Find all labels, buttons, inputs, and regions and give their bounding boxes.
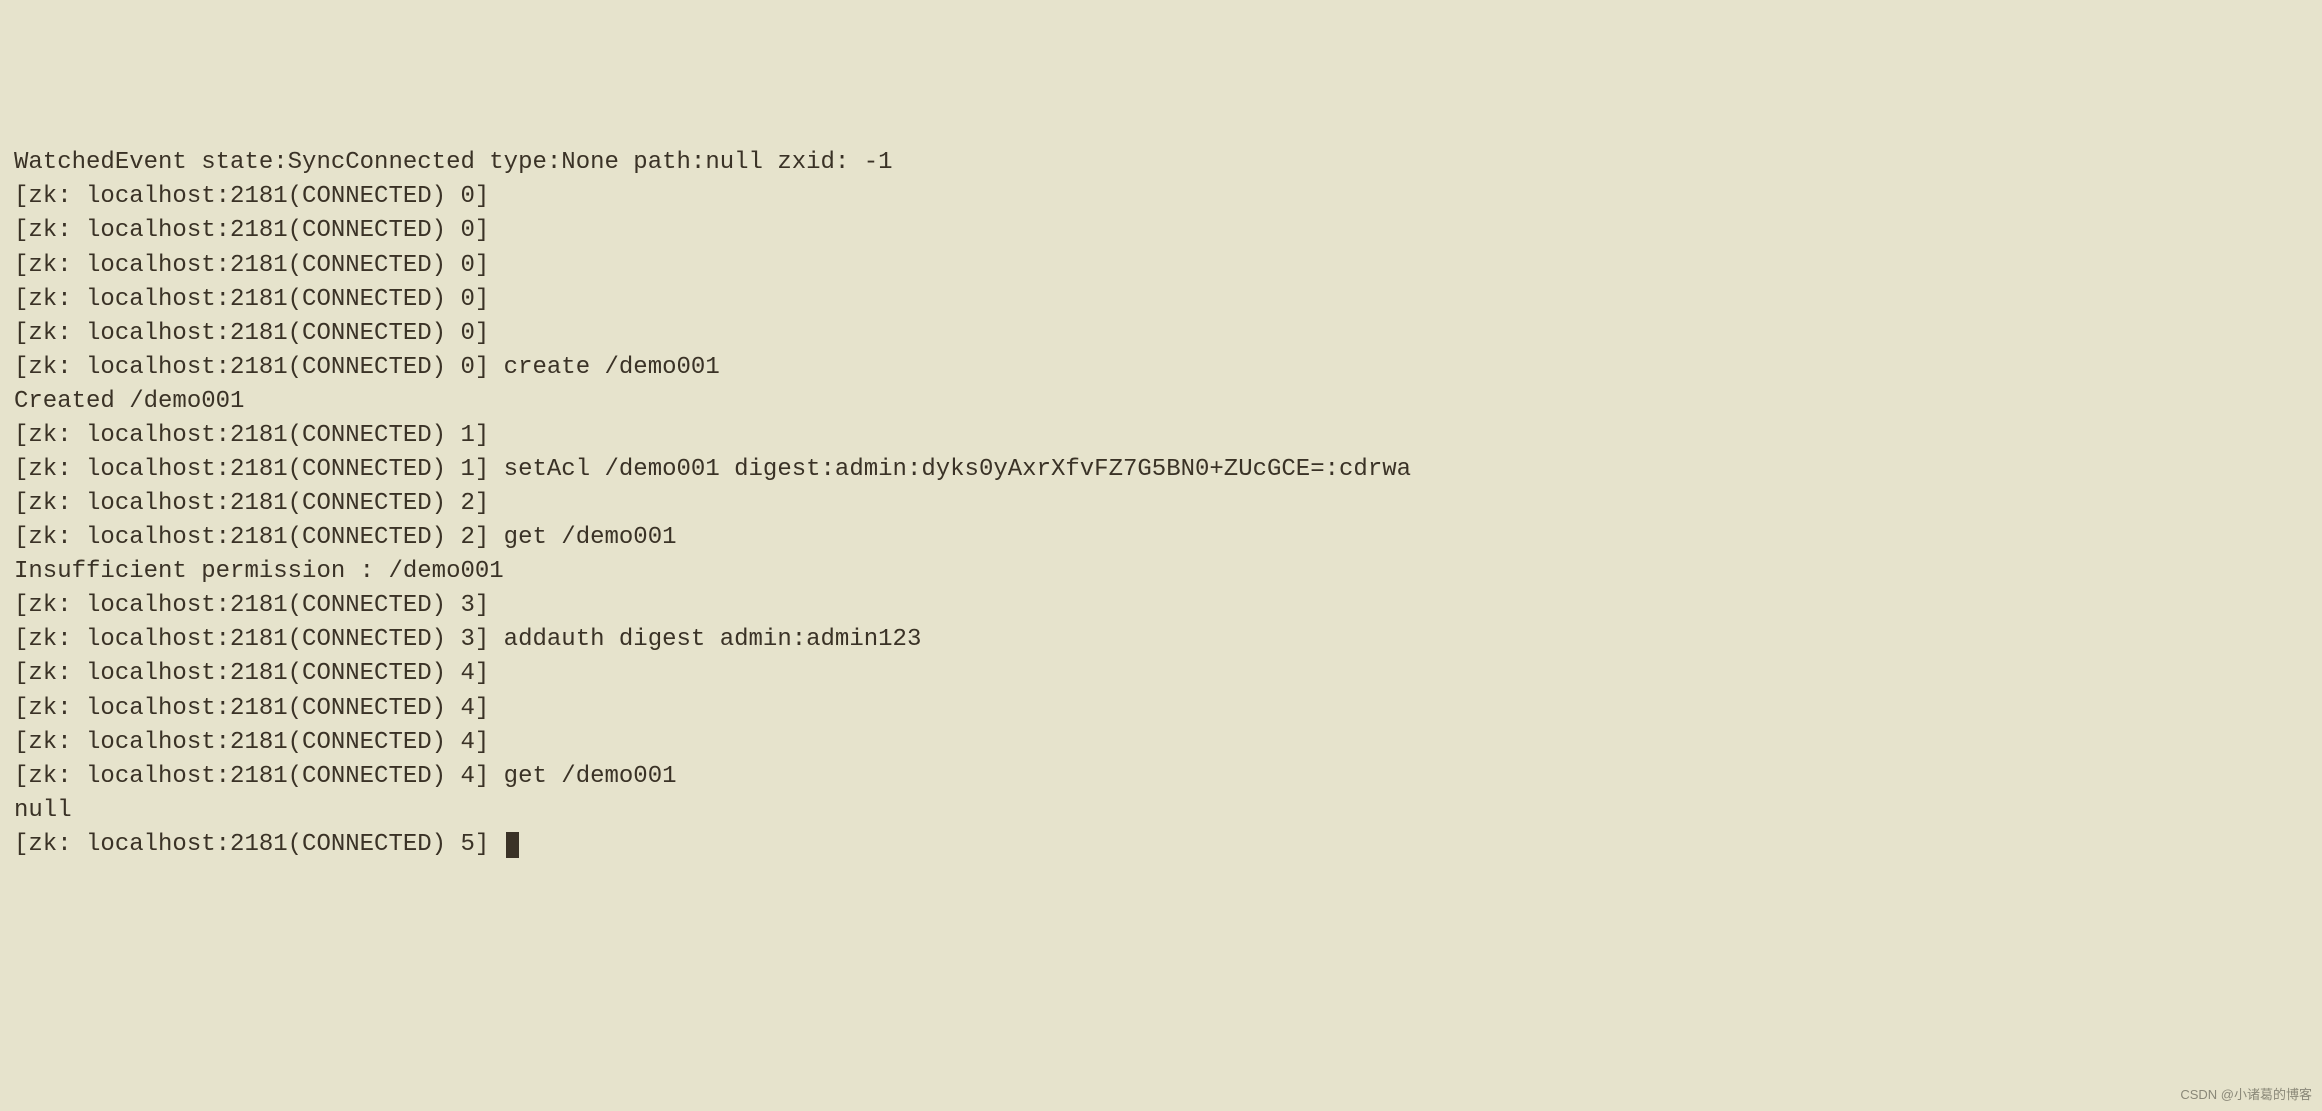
terminal-line: [zk: localhost:2181(CONNECTED) 4] get /d… (14, 760, 2308, 794)
terminal-line: [zk: localhost:2181(CONNECTED) 0] (14, 283, 2308, 317)
terminal-output[interactable]: WatchedEvent state:SyncConnected type:No… (14, 146, 2308, 862)
watermark-text: CSDN @小诸葛的博客 (2180, 1086, 2312, 1104)
terminal-line: [zk: localhost:2181(CONNECTED) 0] (14, 249, 2308, 283)
terminal-line: [zk: localhost:2181(CONNECTED) 3] (14, 589, 2308, 623)
terminal-line: [zk: localhost:2181(CONNECTED) 2] (14, 487, 2308, 521)
terminal-line: [zk: localhost:2181(CONNECTED) 2] get /d… (14, 521, 2308, 555)
terminal-line: Created /demo001 (14, 385, 2308, 419)
terminal-line: [zk: localhost:2181(CONNECTED) 0] (14, 317, 2308, 351)
terminal-line: [zk: localhost:2181(CONNECTED) 0] create… (14, 351, 2308, 385)
terminal-line: [zk: localhost:2181(CONNECTED) 0] (14, 214, 2308, 248)
terminal-line: [zk: localhost:2181(CONNECTED) 1] setAcl… (14, 453, 2308, 487)
terminal-line: null (14, 794, 2308, 828)
terminal-line: [zk: localhost:2181(CONNECTED) 4] (14, 692, 2308, 726)
terminal-prompt[interactable]: [zk: localhost:2181(CONNECTED) 5] (14, 828, 2308, 862)
terminal-line: Insufficient permission : /demo001 (14, 555, 2308, 589)
cursor-icon (506, 832, 519, 858)
terminal-line: [zk: localhost:2181(CONNECTED) 1] (14, 419, 2308, 453)
terminal-line: [zk: localhost:2181(CONNECTED) 3] addaut… (14, 623, 2308, 657)
terminal-line: [zk: localhost:2181(CONNECTED) 0] (14, 180, 2308, 214)
terminal-line: WatchedEvent state:SyncConnected type:No… (14, 146, 2308, 180)
terminal-line: [zk: localhost:2181(CONNECTED) 4] (14, 657, 2308, 691)
terminal-line: [zk: localhost:2181(CONNECTED) 4] (14, 726, 2308, 760)
prompt-text: [zk: localhost:2181(CONNECTED) 5] (14, 831, 504, 858)
